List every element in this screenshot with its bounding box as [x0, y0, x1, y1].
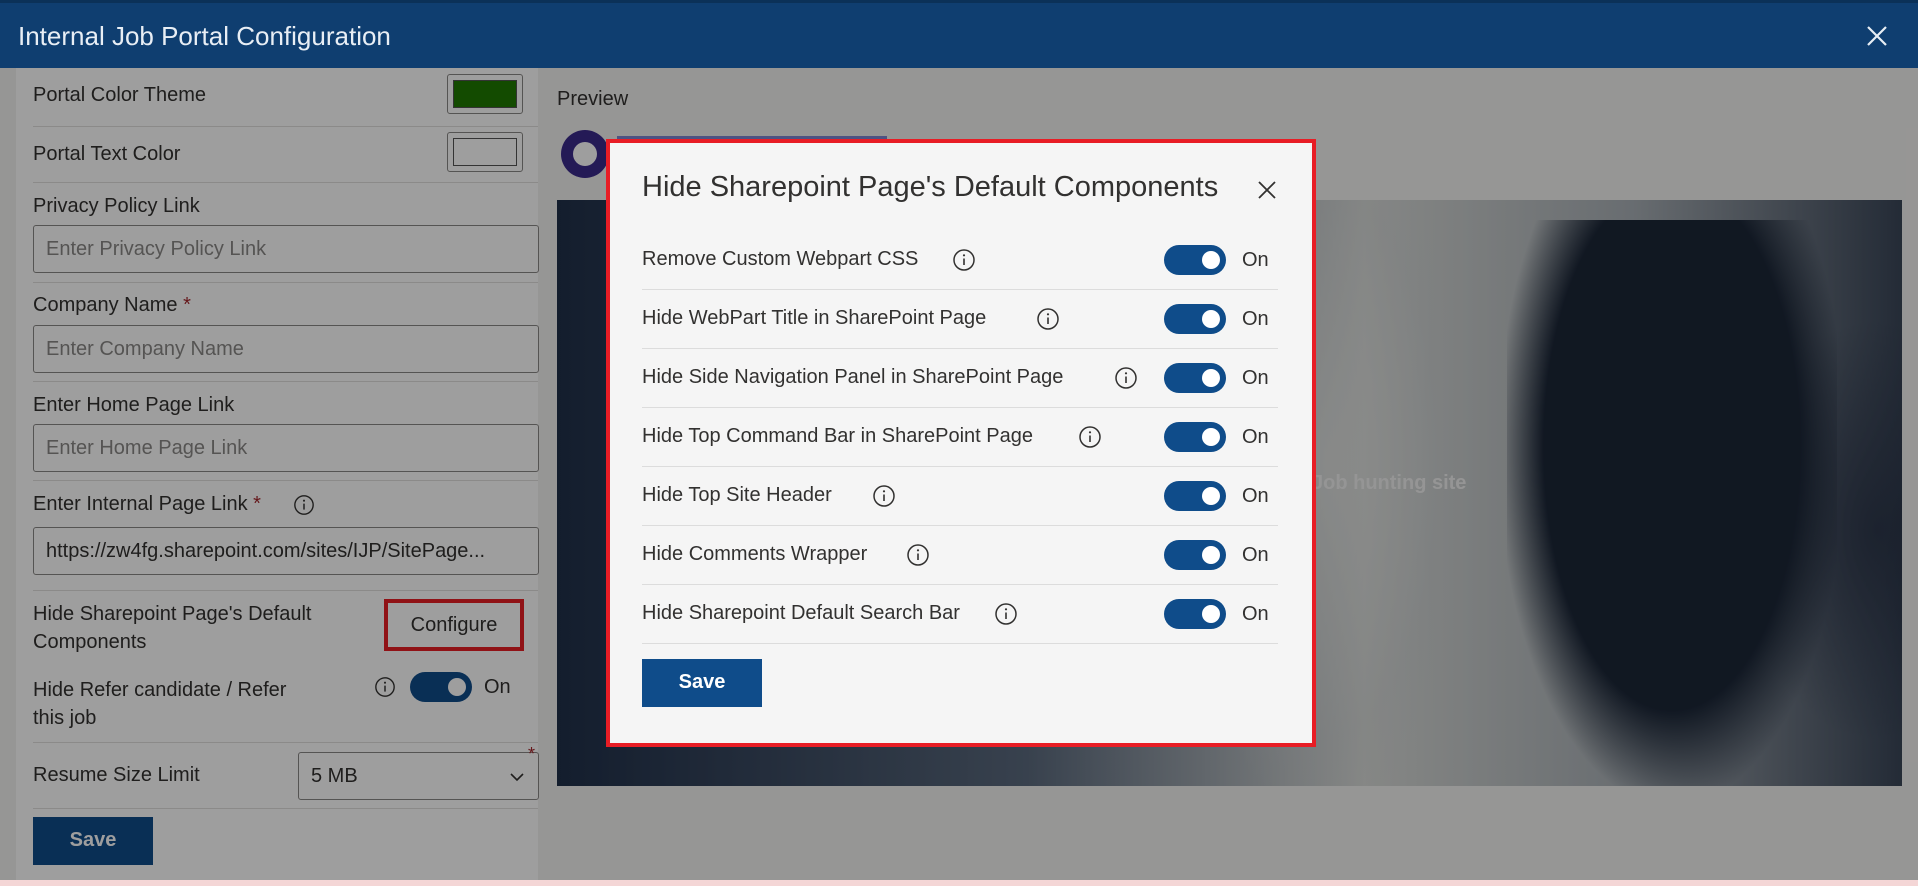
option-label: Hide Sharepoint Default Search Bar: [642, 602, 960, 624]
toggle-knob: [1202, 546, 1220, 564]
toggle-knob: [1202, 605, 1220, 623]
option-state: On: [1242, 485, 1269, 507]
close-icon[interactable]: [1256, 179, 1278, 201]
info-icon[interactable]: [1036, 307, 1060, 331]
toggle-knob: [1202, 251, 1220, 269]
option-toggle[interactable]: [1164, 363, 1226, 393]
option-toggle[interactable]: [1164, 245, 1226, 275]
window-title: Internal Job Portal Configuration: [18, 21, 391, 51]
dialog-save-button[interactable]: Save: [642, 659, 762, 707]
option-label: Hide WebPart Title in SharePoint Page: [642, 307, 987, 329]
option-label: Hide Top Site Header: [642, 484, 832, 506]
info-icon[interactable]: [1114, 366, 1138, 390]
option-toggle[interactable]: [1164, 304, 1226, 334]
dialog-option-row: Hide Comments Wrapper On: [642, 526, 1278, 585]
option-toggle[interactable]: [1164, 422, 1226, 452]
dialog-option-row: Remove Custom Webpart CSS On: [642, 231, 1278, 290]
toggle-knob: [1202, 428, 1220, 446]
option-state: On: [1242, 544, 1269, 566]
option-label: Remove Custom Webpart CSS: [642, 248, 919, 270]
option-state: On: [1242, 367, 1269, 389]
option-state: On: [1242, 308, 1269, 330]
info-icon[interactable]: [906, 543, 930, 567]
info-icon[interactable]: [1078, 425, 1102, 449]
option-state: On: [1242, 603, 1269, 625]
dialog-option-row: Hide Sharepoint Default Search Bar On: [642, 585, 1278, 644]
dialog-option-row: Hide Top Command Bar in SharePoint Page …: [642, 408, 1278, 467]
option-toggle[interactable]: [1164, 540, 1226, 570]
option-state: On: [1242, 249, 1269, 271]
toggle-knob: [1202, 310, 1220, 328]
dialog-title: Hide Sharepoint Page's Default Component…: [642, 171, 1219, 203]
info-icon[interactable]: [994, 602, 1018, 626]
option-label: Hide Side Navigation Panel in SharePoint…: [642, 366, 1064, 388]
title-bar: Internal Job Portal Configuration: [0, 0, 1918, 68]
info-icon[interactable]: [952, 248, 976, 272]
option-state: On: [1242, 426, 1269, 448]
dialog-option-row: Hide Top Site Header On: [642, 467, 1278, 526]
bottom-strip: [0, 880, 1918, 886]
option-toggle[interactable]: [1164, 599, 1226, 629]
option-label: Hide Top Command Bar in SharePoint Page: [642, 425, 1033, 447]
option-label: Hide Comments Wrapper: [642, 543, 868, 565]
toggle-knob: [1202, 487, 1220, 505]
dialog-option-row: Hide WebPart Title in SharePoint Page On: [642, 290, 1278, 349]
dialog-option-row: Hide Side Navigation Panel in SharePoint…: [642, 349, 1278, 408]
info-icon[interactable]: [872, 484, 896, 508]
toggle-knob: [1202, 369, 1220, 387]
option-toggle[interactable]: [1164, 481, 1226, 511]
hide-components-dialog: Hide Sharepoint Page's Default Component…: [606, 139, 1316, 747]
close-icon[interactable]: [1864, 23, 1890, 49]
